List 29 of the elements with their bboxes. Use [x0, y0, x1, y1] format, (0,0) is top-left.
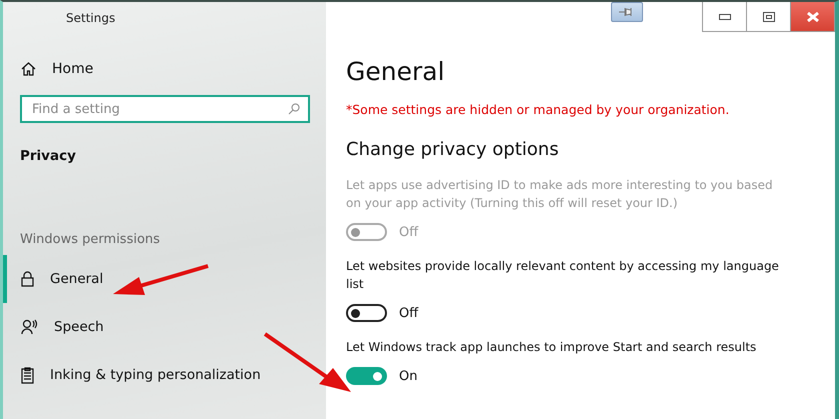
- toggle-state: On: [399, 368, 418, 384]
- pin-button[interactable]: [611, 2, 643, 22]
- home-link[interactable]: Home: [21, 61, 326, 77]
- toggle-switch[interactable]: [346, 304, 387, 322]
- page-title: General: [346, 57, 446, 86]
- setting-description: Let websites provide locally relevant content by accessing my language list: [346, 258, 780, 293]
- speech-icon: [21, 319, 38, 335]
- setting-description: Let Windows track app launches to improve Start and search results: [346, 339, 758, 356]
- maximize-icon: [762, 12, 774, 22]
- section-heading: Privacy: [20, 148, 77, 164]
- minimize-button[interactable]: [702, 2, 747, 32]
- close-button[interactable]: [790, 2, 835, 32]
- sidebar-item[interactable]: Speech: [3, 303, 326, 351]
- section-heading: Change privacy options: [346, 139, 560, 160]
- setting-description: Let apps use advertising ID to make ads more interesting to you based on your app activity (Turning this off will reset your ID.): [346, 177, 774, 212]
- toggle-state: Off: [399, 306, 418, 320]
- home-icon: [21, 62, 36, 76]
- window-title: Settings: [66, 11, 116, 25]
- sidebar-item[interactable]: Inking & typing personalization: [3, 351, 326, 399]
- close-icon: [806, 12, 818, 22]
- minimize-icon: [718, 14, 730, 20]
- search-field[interactable]: Find a setting: [20, 95, 310, 123]
- notice-text: *Some settings are hidden or managed by your organization.: [346, 102, 730, 117]
- group-heading: Windows permissions: [20, 232, 161, 247]
- toggle-state: Off: [399, 224, 418, 240]
- clipboard-icon: [21, 366, 34, 384]
- search-icon: [288, 103, 300, 115]
- lock-icon: [21, 271, 34, 287]
- toggle-switch[interactable]: [346, 367, 387, 385]
